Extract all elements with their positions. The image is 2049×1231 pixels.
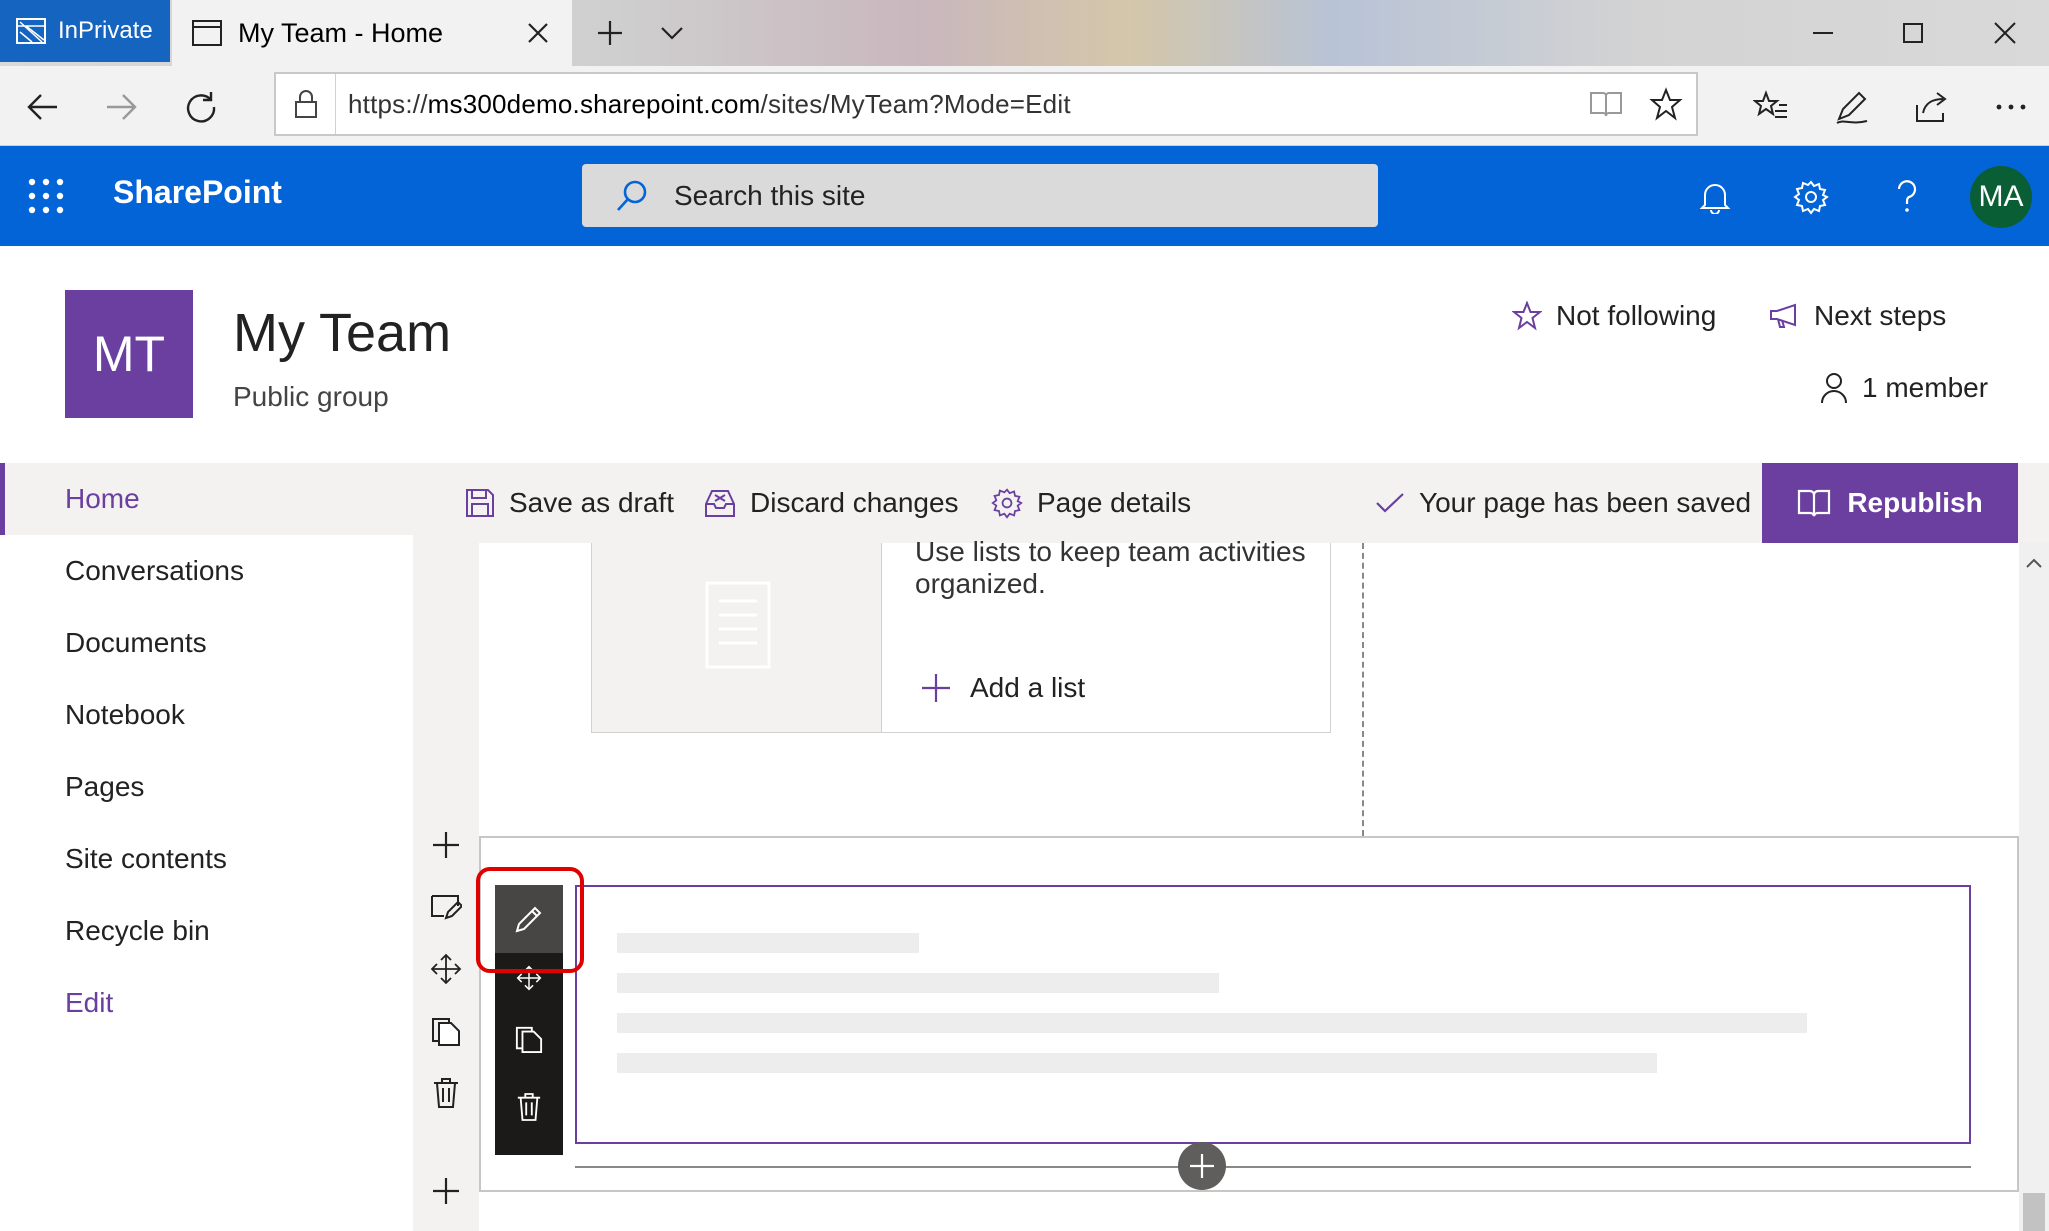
favorite-star-icon[interactable]	[1636, 74, 1696, 134]
gear-icon[interactable]	[1788, 174, 1834, 220]
column-divider	[1362, 543, 1364, 836]
list-description: Use lists to keep team activities organi…	[915, 536, 1306, 599]
maximize-icon[interactable]	[1890, 10, 1936, 56]
pen-notes-icon[interactable]	[1828, 84, 1874, 130]
discard-changes-label: Discard changes	[750, 487, 959, 518]
section-toolbar	[420, 820, 472, 1204]
plus-icon	[920, 672, 952, 704]
next-steps-button[interactable]: Next steps	[1768, 300, 1946, 332]
loading-line	[617, 1053, 1657, 1073]
minimize-icon[interactable]	[1800, 10, 1846, 56]
help-icon[interactable]	[1884, 174, 1930, 220]
avatar[interactable]: MA	[1970, 166, 2032, 228]
list-document-icon	[705, 581, 771, 669]
save-status: Your page has been saved	[1375, 463, 1751, 543]
left-navigation: Home Conversations Documents Notebook Pa…	[0, 463, 413, 1231]
site-logo[interactable]: MT	[65, 290, 193, 418]
nav-item-home[interactable]: Home	[0, 463, 413, 535]
follow-label: Not following	[1556, 300, 1717, 331]
discard-changes-button[interactable]: Discard changes	[704, 463, 959, 543]
app-launcher-icon[interactable]	[26, 176, 66, 216]
more-options-icon[interactable]	[1988, 84, 2034, 130]
browser-title-bar: InPrivate My Team - Home	[0, 0, 2049, 66]
follow-button[interactable]: Not following	[1512, 300, 1716, 332]
page-details-button[interactable]: Page details	[991, 463, 1191, 543]
reading-view-icon[interactable]	[1576, 74, 1636, 134]
add-web-part-line	[575, 1166, 1971, 1168]
nav-item-notebook[interactable]: Notebook	[0, 679, 413, 751]
browser-nav-bar: https://ms300demo.sharepoint.com/sites/M…	[0, 66, 2049, 146]
megaphone-icon	[1768, 301, 1800, 331]
scroll-up-icon[interactable]	[2019, 543, 2049, 583]
inprivate-badge[interactable]: InPrivate	[0, 0, 170, 62]
loading-line	[617, 933, 919, 953]
nav-item-site-contents[interactable]: Site contents	[0, 823, 413, 895]
tab-page-icon	[192, 20, 222, 46]
inprivate-icon	[16, 18, 46, 44]
forward-arrow-icon[interactable]	[98, 84, 144, 130]
refresh-icon[interactable]	[178, 84, 224, 130]
nav-item-recycle-bin[interactable]: Recycle bin	[0, 895, 413, 967]
back-arrow-icon[interactable]	[20, 84, 66, 130]
add-section-above-icon[interactable]	[420, 820, 472, 870]
search-box[interactable]: Search this site	[582, 164, 1378, 227]
sharepoint-brand-link[interactable]: SharePoint	[113, 174, 282, 211]
save-as-draft-label: Save as draft	[509, 487, 674, 518]
loading-line	[617, 1013, 1807, 1033]
save-as-draft-button[interactable]: Save as draft	[465, 463, 674, 543]
site-subtitle: Public group	[233, 381, 389, 412]
edit-section-icon[interactable]	[420, 882, 472, 932]
add-section-below-icon[interactable]	[420, 1166, 472, 1216]
vertical-scrollbar[interactable]	[2019, 543, 2049, 1231]
book-icon	[1797, 488, 1831, 518]
loading-line	[617, 973, 1219, 993]
add-list-button[interactable]: Add a list	[920, 672, 1085, 704]
republish-button[interactable]: Republish	[1762, 463, 2018, 543]
nav-item-documents[interactable]: Documents	[0, 607, 413, 679]
nav-edit-link[interactable]: Edit	[0, 967, 413, 1039]
url-text[interactable]: https://ms300demo.sharepoint.com/sites/M…	[336, 89, 1576, 120]
republish-label: Republish	[1847, 487, 1983, 518]
address-bar[interactable]: https://ms300demo.sharepoint.com/sites/M…	[274, 72, 1698, 136]
lock-icon	[276, 74, 336, 134]
close-window-icon[interactable]	[1982, 10, 2028, 56]
discard-icon	[704, 488, 736, 518]
move-section-icon[interactable]	[420, 944, 472, 994]
duplicate-web-part-icon[interactable]	[495, 1005, 563, 1073]
chevron-down-icon[interactable]	[652, 13, 692, 53]
search-placeholder: Search this site	[674, 179, 866, 211]
nav-item-pages[interactable]: Pages	[0, 751, 413, 823]
favorites-hub-icon[interactable]	[1748, 84, 1794, 130]
star-icon	[1512, 301, 1542, 331]
delete-web-part-icon[interactable]	[495, 1073, 563, 1141]
person-icon	[1820, 372, 1848, 404]
save-icon	[465, 488, 495, 518]
delete-section-icon[interactable]	[420, 1068, 472, 1118]
search-icon	[604, 168, 660, 224]
site-title[interactable]: My Team	[233, 302, 451, 364]
list-thumbnail	[592, 543, 882, 732]
inprivate-label: InPrivate	[58, 17, 153, 44]
web-part-placeholder[interactable]	[575, 885, 1971, 1144]
duplicate-section-icon[interactable]	[420, 1006, 472, 1056]
new-tab-icon[interactable]	[590, 13, 630, 53]
share-icon[interactable]	[1908, 84, 1954, 130]
suite-bar: SharePoint Search this site MA	[0, 146, 2049, 246]
scroll-thumb[interactable]	[2023, 1193, 2045, 1231]
bell-icon[interactable]	[1692, 174, 1738, 220]
browser-tab[interactable]: My Team - Home	[172, 0, 572, 66]
edit-button-highlight	[476, 867, 584, 973]
page-details-label: Page details	[1037, 487, 1192, 518]
members-button[interactable]: 1 member	[1820, 372, 1988, 404]
checkmark-icon	[1375, 491, 1405, 515]
next-steps-label: Next steps	[1814, 300, 1947, 331]
tab-close-icon[interactable]	[518, 13, 558, 53]
save-status-label: Your page has been saved	[1419, 487, 1752, 518]
add-web-part-button[interactable]	[1178, 1142, 1226, 1190]
members-label: 1 member	[1862, 372, 1989, 403]
nav-item-conversations[interactable]: Conversations	[0, 535, 413, 607]
gear-icon	[991, 487, 1023, 519]
tab-title: My Team - Home	[238, 17, 444, 48]
add-list-label: Add a list	[970, 672, 1086, 703]
